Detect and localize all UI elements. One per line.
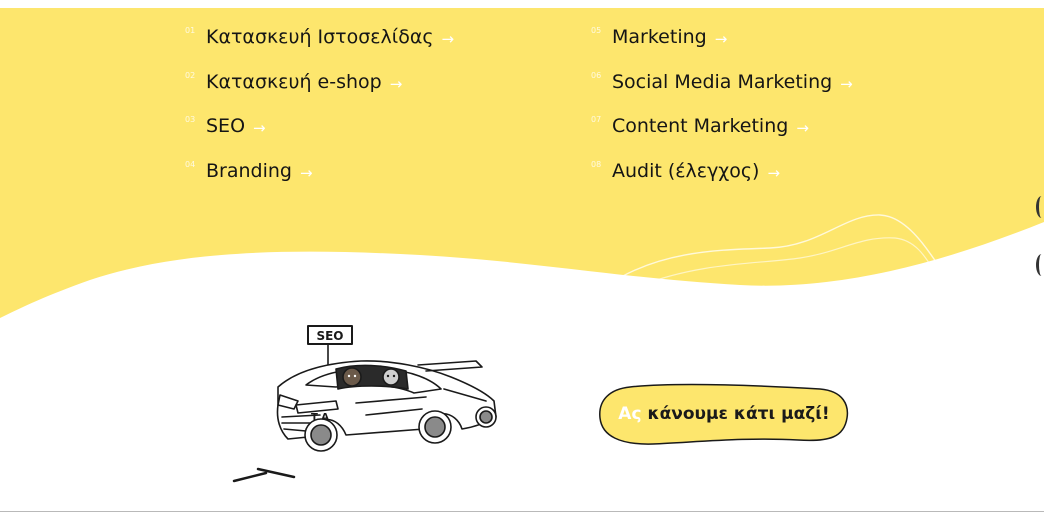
arrow-right-icon: → xyxy=(840,74,853,93)
menu-item-eshop[interactable]: 02 Κατασκευή e-shop → xyxy=(185,67,454,112)
menu-item-number: 01 xyxy=(185,26,196,35)
arrow-right-icon: → xyxy=(389,74,403,93)
seo-sign-text: SEO xyxy=(316,329,343,343)
menu-item-social-media-marketing[interactable]: 06 Social Media Marketing → xyxy=(591,67,853,112)
menu-item-number: 06 xyxy=(591,70,602,80)
arrow-right-icon: → xyxy=(253,119,266,137)
yellow-hero-section: 01 Κατασκευή Ιστοσελίδας → 02 Κατασκευή … xyxy=(0,0,1044,330)
cta-main-text: κάνουμε κάτι μαζί! xyxy=(647,404,830,424)
menu-item-content-marketing[interactable]: 07 Content Marketing → xyxy=(591,111,853,156)
menu-item-label: Κατασκευή e-shop xyxy=(206,70,382,93)
arrow-right-icon: → xyxy=(796,119,809,137)
menu-item-label: Social Media Marketing xyxy=(612,70,833,93)
arrow-right-icon: → xyxy=(767,163,781,182)
cta-label: Ας κάνουμε κάτι μαζί! xyxy=(598,382,850,446)
menu-item-website[interactable]: 01 Κατασκευή Ιστοσελίδας → xyxy=(185,22,454,67)
menu-item-label: Branding xyxy=(206,159,292,182)
menu-item-audit[interactable]: 08 Audit (έλεγχος) → xyxy=(591,156,853,201)
cta-accent-text: Ας xyxy=(618,404,642,424)
menu-item-number: 07 xyxy=(591,115,602,124)
footer-strip xyxy=(0,512,1044,522)
menu-item-label: Audit (έλεγχος) xyxy=(612,159,760,182)
menu-item-label: Marketing xyxy=(612,26,707,48)
menu-item-number: 05 xyxy=(591,26,602,35)
services-menu-left: 01 Κατασκευή Ιστοσελίδας → 02 Κατασκευή … xyxy=(185,22,454,200)
menu-item-label: SEO xyxy=(206,115,246,137)
wave-background xyxy=(0,8,1044,318)
arrow-right-icon: → xyxy=(714,30,728,48)
seo-car-illustration: SEO T A xyxy=(186,305,506,485)
menu-item-number: 02 xyxy=(185,70,196,80)
menu-item-marketing[interactable]: 05 Marketing → xyxy=(591,22,853,67)
contact-cta-button[interactable]: Ας κάνουμε κάτι μαζί! xyxy=(598,382,850,446)
arrow-right-icon: → xyxy=(299,163,313,182)
menu-item-label: Content Marketing xyxy=(612,115,789,137)
scroll-edge-mark xyxy=(1036,196,1044,218)
arrow-right-icon: → xyxy=(441,30,455,48)
menu-item-number: 03 xyxy=(185,115,196,124)
scroll-edge-mark xyxy=(1036,254,1044,276)
menu-item-label: Κατασκευή Ιστοσελίδας xyxy=(206,26,434,48)
menu-item-number: 08 xyxy=(591,159,602,169)
menu-item-number: 04 xyxy=(185,159,196,169)
menu-item-seo[interactable]: 03 SEO → xyxy=(185,111,454,156)
services-menu-right: 05 Marketing → 06 Social Media Marketing… xyxy=(591,22,853,200)
menu-item-branding[interactable]: 04 Branding → xyxy=(185,156,454,201)
